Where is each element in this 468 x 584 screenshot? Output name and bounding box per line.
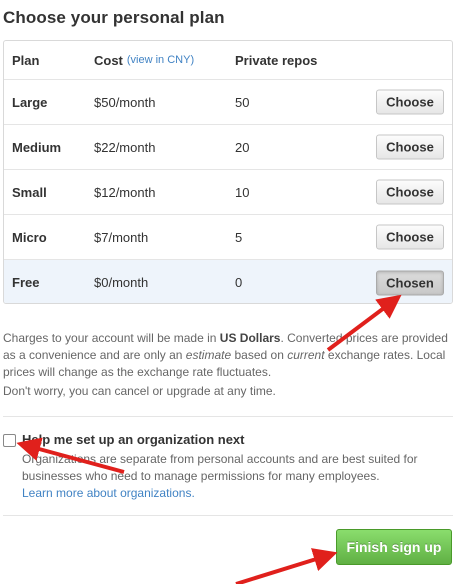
plan-cost: $0/month [94, 275, 149, 290]
divider [3, 416, 453, 417]
plan-repos: 50 [235, 94, 250, 110]
column-header-cost-label: Cost [94, 52, 123, 68]
plan-table: Plan Cost (view in CNY) Private repos La… [3, 40, 453, 304]
column-header-cost: Cost (view in CNY) [94, 41, 194, 79]
notice-emphasis: current [287, 348, 325, 362]
plan-cost: $7/month [94, 229, 149, 245]
plan-repos: 5 [235, 229, 243, 245]
choose-large-button[interactable]: Choose [376, 89, 444, 115]
notice-currency: US Dollars [219, 331, 281, 345]
plan-repos: 20 [235, 139, 250, 155]
plan-repos: 0 [235, 275, 243, 290]
plan-cost: $12/month [94, 184, 156, 200]
organization-description: Organizations are separate from personal… [22, 451, 442, 502]
plan-name: Small [12, 184, 47, 200]
plan-row-medium: Medium $22/month 20 Choose [4, 124, 452, 169]
plan-row-small: Small $12/month 10 Choose [4, 169, 452, 214]
notice-text: Charges to your account will be made in [3, 331, 220, 345]
page-title: Choose your personal plan [3, 8, 225, 27]
plan-repos: 10 [235, 184, 250, 200]
learn-more-organizations-link[interactable]: Learn more about organizations. [22, 486, 195, 500]
divider [3, 515, 453, 516]
choose-micro-button[interactable]: Choose [376, 224, 444, 250]
plan-cost: $50/month [94, 94, 156, 110]
choose-medium-button[interactable]: Choose [376, 134, 444, 160]
plan-row-large: Large $50/month 50 Choose [4, 79, 452, 124]
column-header-repos: Private repos [235, 52, 318, 68]
choose-small-button[interactable]: Choose [376, 179, 444, 205]
plan-name: Free [12, 275, 40, 290]
plan-name: Large [12, 94, 48, 110]
arrow-to-finish [235, 548, 338, 584]
column-header-plan: Plan [12, 52, 40, 68]
plan-name: Medium [12, 139, 62, 155]
notice-emphasis: estimate [185, 348, 232, 362]
finish-signup-button[interactable]: Finish sign up [336, 529, 452, 565]
view-in-cny-link[interactable]: (view in CNY) [127, 54, 194, 66]
table-header: Plan Cost (view in CNY) Private repos [4, 41, 452, 79]
organization-description-text: Organizations are separate from personal… [22, 452, 418, 483]
organization-label[interactable]: Help me set up an organization next [22, 432, 244, 447]
cancel-notice: Don't worry, you can cancel or upgrade a… [3, 384, 276, 398]
plan-name: Micro [12, 229, 47, 245]
plan-cost: $22/month [94, 139, 156, 155]
notice-text: based on [231, 348, 288, 362]
plan-row-micro: Micro $7/month 5 Choose [4, 214, 452, 259]
currency-notice: Charges to your account will be made in … [3, 330, 453, 381]
chosen-free-button[interactable]: Chosen [376, 270, 444, 295]
plan-row-free: Free $0/month 0 Chosen [4, 259, 452, 303]
organization-checkbox[interactable] [3, 434, 16, 447]
